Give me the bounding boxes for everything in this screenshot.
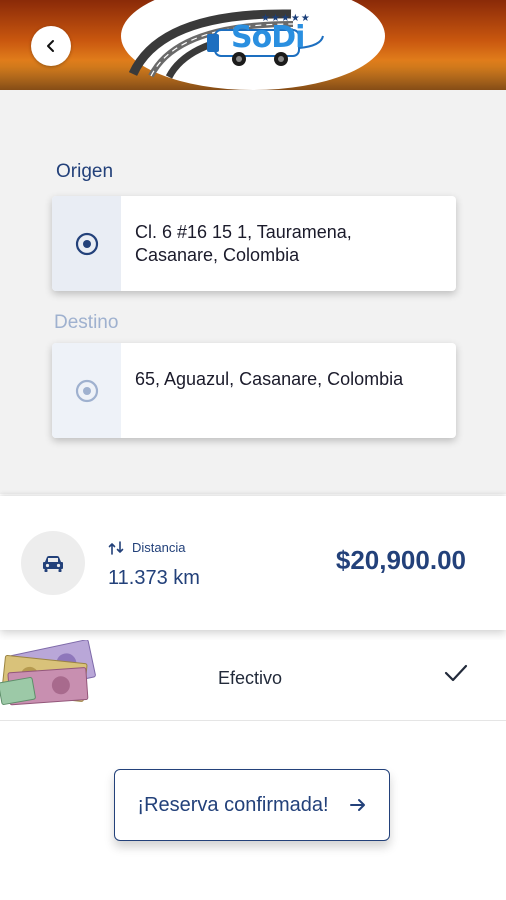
checkmark-icon (444, 664, 468, 682)
logo-text: SoDi (231, 20, 305, 55)
cash-banknotes-image (0, 640, 96, 706)
destination-field[interactable]: 65, Aguazul, Casanare, Colombia (52, 343, 456, 438)
car-icon (43, 556, 63, 572)
app-logo: ★★★★★ SoDi (121, 0, 385, 90)
confirm-button-label: ¡Reserva confirmada! (137, 793, 329, 816)
route-icon (108, 540, 124, 555)
origin-field[interactable]: Cl. 6 #16 15 1, Tauramena, Casanare, Col… (52, 196, 456, 291)
radio-target-icon (75, 379, 98, 402)
arrow-right-icon (349, 799, 365, 811)
vehicle-avatar (21, 531, 85, 595)
origin-address: Cl. 6 #16 15 1, Tauramena, Casanare, Col… (135, 222, 352, 265)
destination-label: Destino (54, 312, 119, 333)
payment-method-row[interactable]: Efectivo (0, 640, 506, 721)
distance-value: 11.373 km (108, 567, 200, 589)
destination-address: 65, Aguazul, Casanare, Colombia (135, 369, 404, 389)
radio-target-icon (75, 232, 98, 255)
origin-label: Origen (56, 161, 114, 182)
trip-summary-panel: Distancia 11.373 km $20,900.00 (0, 496, 506, 630)
trip-price: $20,900.00 (335, 545, 466, 575)
confirm-booking-button[interactable]: ¡Reserva confirmada! (114, 769, 390, 841)
back-button[interactable] (31, 26, 71, 66)
header-banner: ★★★★★ SoDi (0, 0, 506, 90)
payment-method-label: Efectivo (218, 668, 283, 688)
chevron-left-icon (47, 40, 54, 52)
distance-label: Distancia (132, 540, 186, 555)
